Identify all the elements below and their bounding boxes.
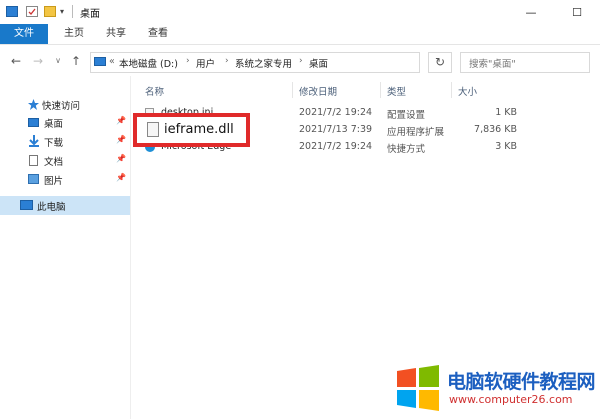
file-type: 配置设置 <box>387 110 426 121</box>
highlight-box: ieframe.dll <box>133 113 250 147</box>
sidebar-item-label: 桌面 <box>44 119 64 130</box>
watermark: 电脑软硬件教程网 www.computer26.com <box>395 355 600 419</box>
breadcrumb-desktop[interactable]: 桌面 <box>309 56 328 70</box>
tab-share[interactable]: 共享 <box>98 24 134 44</box>
file-type: 快捷方式 <box>387 144 426 155</box>
address-row: ← → ∨ ↑ « 本地磁盘 (D:) › 用户 › 系统之家专用 › 桌面 ∨… <box>0 46 600 76</box>
maximize-button[interactable]: ☐ <box>554 0 600 24</box>
tab-view[interactable]: 查看 <box>140 24 176 44</box>
column-divider[interactable] <box>292 82 293 98</box>
sidebar-item-label: 此电脑 <box>37 202 66 213</box>
up-button[interactable]: ↑ <box>68 53 84 69</box>
document-icon <box>29 155 38 166</box>
sidebar-item-label: 下载 <box>44 138 64 149</box>
chevron-right-icon[interactable]: › <box>186 56 190 66</box>
title-bar: ▾ 桌面 — ☐ <box>0 0 600 24</box>
this-pc-icon <box>94 57 106 66</box>
forward-button[interactable]: → <box>30 53 46 69</box>
breadcrumb-drive[interactable]: 本地磁盘 (D:) <box>119 56 178 70</box>
tab-home[interactable]: 主页 <box>56 24 92 44</box>
file-date: 2021/7/2 19:24 <box>299 107 373 118</box>
properties-icon[interactable] <box>26 6 38 17</box>
sidebar-item-desktop[interactable]: 桌面 📌 <box>0 114 130 131</box>
breadcrumb-users[interactable]: 用户 <box>196 56 215 70</box>
sidebar-item-downloads[interactable]: 下载 📌 <box>0 133 130 150</box>
windows-logo-icon <box>397 365 439 411</box>
watermark-url: www.computer26.com <box>449 393 573 406</box>
file-name[interactable]: ieframe.dll <box>164 122 234 137</box>
minimize-button[interactable]: — <box>508 0 554 24</box>
column-header-type[interactable]: 类型 <box>387 84 406 98</box>
pin-icon[interactable]: 📌 <box>116 116 126 125</box>
watermark-title: 电脑软硬件教程网 <box>447 371 596 393</box>
navigation-pane: 快速访问 桌面 📌 下载 📌 文档 📌 图片 📌 此电脑 <box>0 76 131 419</box>
chevron-right-icon[interactable]: › <box>299 56 303 66</box>
breadcrumb-overflow[interactable]: « <box>109 56 115 67</box>
address-bar[interactable]: « 本地磁盘 (D:) › 用户 › 系统之家专用 › 桌面 ∨ <box>90 52 498 73</box>
pin-icon[interactable]: 📌 <box>116 154 126 163</box>
column-divider[interactable] <box>451 82 452 98</box>
column-header-size[interactable]: 大小 <box>458 84 477 98</box>
pin-icon[interactable]: 📌 <box>116 173 126 182</box>
dll-file-icon <box>147 122 159 137</box>
file-date: 2021/7/13 7:39 <box>299 124 373 135</box>
desktop-icon <box>28 118 39 127</box>
star-icon <box>28 99 39 110</box>
sidebar-item-label: 快速访问 <box>42 101 81 112</box>
download-icon <box>29 135 39 147</box>
file-size: 3 KB <box>495 141 517 152</box>
explorer-icon <box>6 6 18 17</box>
column-divider[interactable] <box>380 82 381 98</box>
recent-locations-icon[interactable]: ∨ <box>50 53 66 69</box>
computer-icon <box>20 200 33 210</box>
tab-file[interactable]: 文件 <box>0 24 48 44</box>
file-type: 应用程序扩展 <box>387 127 445 138</box>
sidebar-item-label: 图片 <box>44 176 64 187</box>
ribbon-tabs: 文件 主页 共享 查看 <box>0 24 600 45</box>
window-title: 桌面 <box>80 9 100 20</box>
sidebar-item-documents[interactable]: 文档 📌 <box>0 152 130 169</box>
pictures-icon <box>28 174 39 184</box>
title-separator <box>72 5 73 18</box>
sidebar-item-label: 文档 <box>44 157 64 168</box>
column-header-date[interactable]: 修改日期 <box>299 84 337 98</box>
sidebar-item-quick-access[interactable]: 快速访问 <box>0 96 130 113</box>
search-placeholder: 搜索"桌面" <box>469 59 516 70</box>
new-folder-icon[interactable] <box>44 6 56 17</box>
column-header-name[interactable]: 名称 <box>145 84 164 98</box>
file-size: 7,836 KB <box>474 124 517 135</box>
file-date: 2021/7/2 19:24 <box>299 141 373 152</box>
chevron-right-icon[interactable]: › <box>225 56 229 66</box>
search-input[interactable]: 搜索"桌面" <box>460 52 590 73</box>
breadcrumb-user-folder[interactable]: 系统之家专用 <box>235 56 292 70</box>
file-size: 1 KB <box>495 107 517 118</box>
sidebar-item-pictures[interactable]: 图片 📌 <box>0 171 130 188</box>
sidebar-item-this-pc[interactable]: 此电脑 <box>0 196 130 215</box>
refresh-button[interactable]: ↻ <box>428 52 452 73</box>
pin-icon[interactable]: 📌 <box>116 135 126 144</box>
quick-access-dropdown-icon[interactable]: ▾ <box>60 6 68 17</box>
back-button[interactable]: ← <box>8 53 24 69</box>
